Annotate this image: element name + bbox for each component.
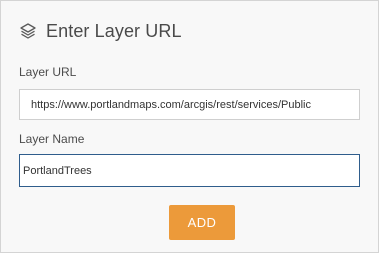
enter-layer-url-panel: Enter Layer URL Layer URL Layer Name ADD xyxy=(0,0,379,253)
layer-url-label: Layer URL xyxy=(19,65,77,79)
layer-url-input[interactable] xyxy=(19,89,360,120)
layer-name-label: Layer Name xyxy=(19,132,85,146)
add-button[interactable]: ADD xyxy=(169,205,235,240)
layer-name-input[interactable] xyxy=(19,154,360,187)
layers-icon xyxy=(19,22,37,40)
panel-header: Enter Layer URL xyxy=(19,18,182,44)
panel-title: Enter Layer URL xyxy=(46,20,182,41)
